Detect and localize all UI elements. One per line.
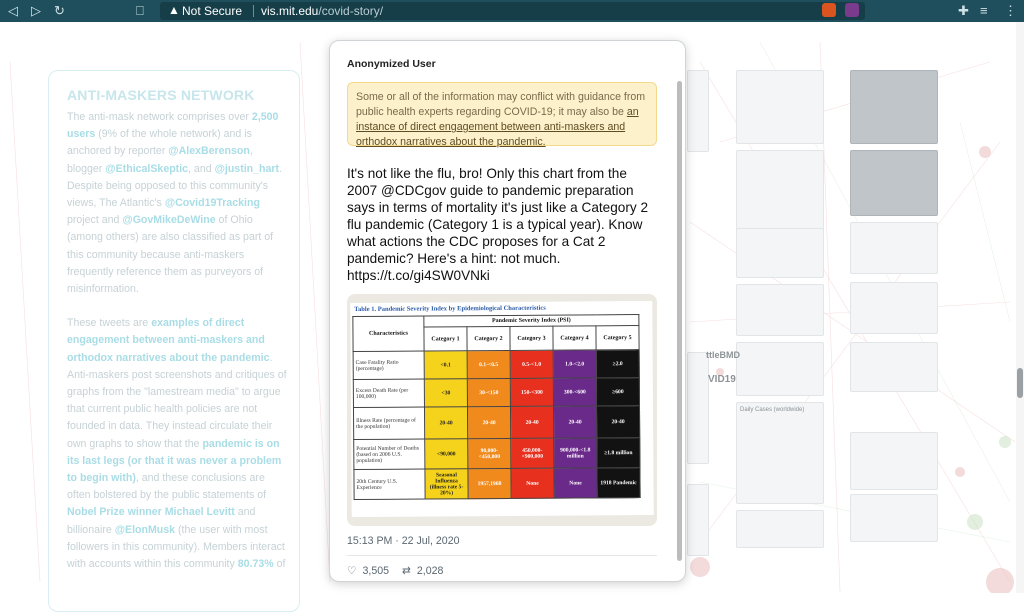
tweet-card[interactable]: Anonymized User Some or all of the infor… [329, 40, 686, 582]
story-panel: ANTI-MASKERS NETWORK The anti-mask netwo… [48, 70, 300, 612]
misinformation-note: Some or all of the information may confl… [347, 82, 657, 148]
section-title: ANTI-MASKERS NETWORK [67, 87, 255, 103]
chart-thumbnail[interactable] [736, 510, 824, 548]
handle-link[interactable]: @GovMikeDeWine [122, 214, 215, 226]
address-divider [253, 5, 254, 17]
url-text: vis.mit.edu/covid-story/ [261, 4, 384, 18]
handle-link[interactable]: @AlexBerenson [168, 145, 250, 157]
handle-link[interactable]: @EthicalSkeptic [105, 163, 188, 175]
tweet-photo[interactable]: Table 1. Pandemic Severity Index by Epid… [347, 294, 657, 526]
card-scrollbar[interactable] [677, 81, 682, 561]
table-row: 20th Century U.S. Experience Seasonal In… [353, 467, 641, 500]
node-label: ttleBMD [706, 350, 740, 360]
table-header: Characteristics [352, 316, 425, 352]
table-header: Category 1 [423, 327, 468, 352]
tweet-author: Anonymized User [347, 58, 436, 70]
severity-table: Characteristics Pandemic Severity Index … [352, 314, 641, 500]
table-header: Category 5 [595, 325, 640, 350]
chart-thumbnail[interactable] [687, 70, 709, 152]
table-header: Category 4 [552, 326, 597, 351]
story-paragraph: The anti-mask network comprises over 2,5… [67, 111, 282, 296]
photo-sheet: Table 1. Pandemic Severity Index by Epid… [350, 300, 654, 518]
page-scrollbar-thumb[interactable] [1017, 368, 1023, 398]
table-row: Excess Death Rate (per 100,000) <30 30-<… [353, 377, 640, 408]
brave-shield-icon[interactable] [822, 3, 836, 17]
table-row: Illness Rate (percentage of the populati… [353, 405, 640, 440]
story-paragraph: These tweets are examples of direct enga… [67, 317, 287, 571]
chart-thumbnail[interactable] [850, 432, 938, 490]
percentage-value: 80.73% [237, 558, 274, 571]
like-count: 3,505 [362, 565, 390, 577]
playlist-icon[interactable]: ≡ [980, 3, 988, 18]
retweet-count: 2,028 [416, 565, 444, 577]
table-row: Potential Number of Deaths (based on 200… [353, 437, 640, 470]
table-header: Category 2 [466, 326, 511, 351]
heart-icon[interactable]: ♡ [347, 565, 357, 577]
chart-thumbnail[interactable] [687, 484, 709, 556]
chart-thumbnail[interactable] [850, 494, 938, 542]
divider [347, 555, 657, 556]
node-label: VID19 [708, 374, 736, 385]
handle-link[interactable]: @justin_hart [215, 163, 279, 175]
chart-thumbnail[interactable] [736, 228, 824, 278]
retweet-icon[interactable]: ⇄ [402, 565, 411, 577]
tweet-timestamp: 15:13 PM · 22 Jul, 2020 [347, 535, 460, 547]
table-row: Case Fatality Ratio (percentage) <0.1 0.… [353, 349, 640, 380]
chart-thumbnail[interactable] [850, 150, 938, 216]
forward-icon[interactable]: ▷ [31, 3, 41, 19]
warning-icon: ▲ [168, 3, 180, 17]
chart-thumbnail[interactable] [850, 70, 938, 144]
handle-link[interactable]: @ElonMusk [115, 524, 175, 536]
chart-thumbnail[interactable] [736, 150, 824, 230]
handle-link[interactable]: @Covid19Tracking [165, 197, 260, 209]
chart-thumbnail[interactable] [736, 342, 824, 396]
address-bar[interactable]: ▲ Not Secure vis.mit.edu/covid-story/ [160, 2, 865, 20]
bookmark-icon[interactable]: ⎕ [136, 3, 144, 19]
tweet-stats: ♡ 3,505 ⇄ 2,028 [347, 565, 449, 577]
thumbnail-title: Daily Cases (worldwide) [740, 407, 805, 413]
security-label: Not Secure [182, 4, 243, 18]
browser-toolbar: ◁ ▷ ↻ ⎕ ▲ Not Secure vis.mit.edu/covid-s… [0, 0, 1024, 22]
story-link[interactable]: Nobel Prize winner Michael Levitt [67, 506, 235, 518]
extensions-icon[interactable]: ✚ [958, 3, 969, 19]
reload-icon[interactable]: ↻ [54, 3, 65, 19]
chart-thumbnail[interactable] [850, 342, 938, 392]
chart-thumbnail[interactable] [736, 70, 824, 144]
chart-thumbnail[interactable] [736, 402, 824, 504]
photo-caption: Table 1. Pandemic Severity Index by Epid… [354, 304, 546, 314]
rewards-icon[interactable] [845, 3, 859, 17]
chart-thumbnail[interactable] [687, 352, 709, 464]
page-scrollbar[interactable] [1016, 22, 1024, 593]
chart-thumbnail[interactable] [850, 222, 938, 274]
story-text: The anti-mask network comprises over 2,5… [67, 109, 287, 590]
tweet-text: It's not like the flu, bro! Only this ch… [347, 166, 649, 283]
menu-icon[interactable]: ⋮ [1004, 3, 1017, 19]
chart-thumbnail[interactable] [850, 282, 938, 334]
back-icon[interactable]: ◁ [8, 3, 18, 19]
table-header: Category 3 [509, 326, 554, 351]
chart-thumbnail[interactable] [736, 284, 824, 336]
